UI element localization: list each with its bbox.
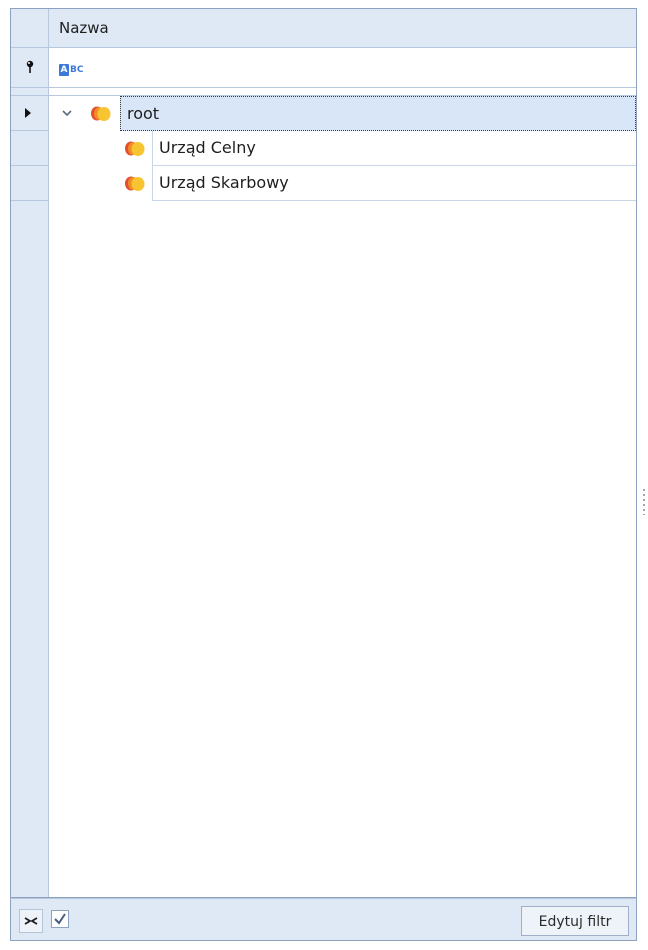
- pin-icon: [26, 60, 34, 73]
- indicator-column-empty: [11, 201, 49, 897]
- tree-cell-label[interactable]: Urząd Celny: [152, 131, 636, 166]
- folder-group-icon: [125, 141, 145, 156]
- auto-filter-row[interactable]: A BC: [11, 48, 636, 88]
- row-indicator: [11, 96, 49, 131]
- tree-row[interactable]: Urząd Skarbowy: [11, 166, 636, 201]
- tree-row-root[interactable]: root: [11, 96, 636, 131]
- column-header-row: Nazwa: [11, 9, 636, 48]
- abc-filter-icon[interactable]: A BC: [59, 64, 83, 76]
- filter-enabled-checkbox[interactable]: [51, 910, 69, 928]
- filter-panel: Edytuj filtr: [10, 898, 637, 941]
- current-row-arrow-icon: [25, 108, 31, 118]
- folder-group-icon: [125, 176, 145, 191]
- column-header-nazwa[interactable]: Nazwa: [59, 19, 109, 37]
- panel-right-edge: [638, 0, 648, 950]
- filter-row-indicator: [11, 48, 49, 87]
- folder-group-icon: [91, 106, 111, 121]
- tree-cell-label[interactable]: root: [120, 96, 636, 131]
- tree-grid: Nazwa A BC root Urząd Celny Urząd Skarbo…: [10, 8, 637, 898]
- header-corner: [11, 9, 49, 48]
- clear-filter-icon: [24, 917, 38, 925]
- filter-separator: [11, 88, 636, 96]
- clear-filter-button[interactable]: [19, 909, 43, 933]
- checkmark-icon: [54, 913, 66, 925]
- row-indicator: [11, 166, 49, 201]
- chevron-down-icon[interactable]: [61, 107, 73, 119]
- row-indicator: [11, 131, 49, 166]
- tree-cell-label[interactable]: Urząd Skarbowy: [152, 166, 636, 201]
- tree-row[interactable]: Urząd Celny: [11, 131, 636, 166]
- edit-filter-button[interactable]: Edytuj filtr: [521, 906, 629, 936]
- splitter-grip[interactable]: [643, 489, 645, 515]
